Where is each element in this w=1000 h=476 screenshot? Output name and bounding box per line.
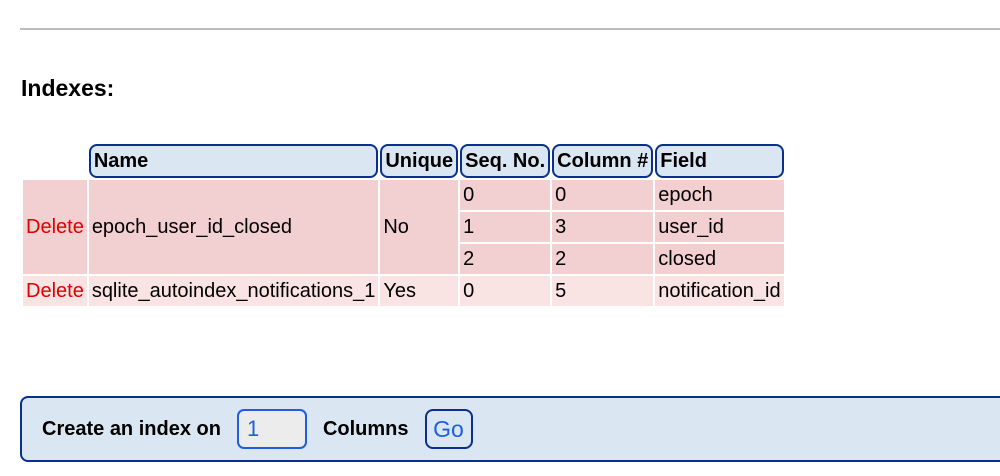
- column-header-column-number: Column #: [552, 144, 654, 178]
- go-button[interactable]: Go: [424, 409, 473, 449]
- indexes-table: Name Unique Seq. No. Column # Field Dele…: [21, 142, 786, 308]
- page: Indexes: Name Unique Seq. No. Column # F…: [0, 0, 1000, 476]
- field-cell: user_id: [655, 212, 784, 242]
- column-number-cell: 2: [552, 244, 654, 274]
- index-unique: Yes: [380, 276, 459, 306]
- seq-no-cell: 0: [460, 180, 551, 210]
- column-number-cell: 0: [552, 180, 654, 210]
- column-header-unique: Unique: [380, 144, 459, 178]
- delete-index-link[interactable]: Delete: [23, 180, 87, 274]
- index-name: sqlite_autoindex_notifications_1: [88, 276, 379, 306]
- column-header-field: Field: [655, 144, 784, 178]
- field-cell: notification_id: [655, 276, 784, 306]
- horizontal-divider: [20, 28, 1000, 30]
- section-title: Indexes:: [21, 75, 115, 101]
- index-columns-input[interactable]: [236, 409, 307, 449]
- seq-no-cell: 0: [460, 276, 551, 306]
- create-index-bar: Create an index on Columns Go: [20, 396, 1000, 462]
- table-header-row: Name Unique Seq. No. Column # Field: [23, 144, 784, 178]
- table-row: Delete epoch_user_id_closed No 0 0 epoch: [23, 180, 784, 274]
- index-name: epoch_user_id_closed: [88, 180, 379, 274]
- column-header-name: Name: [88, 144, 379, 178]
- field-cell: epoch: [655, 180, 784, 210]
- column-number-cell: 3: [552, 212, 654, 242]
- field-cell: closed: [655, 244, 784, 274]
- table-row: Delete sqlite_autoindex_notifications_1 …: [23, 276, 784, 306]
- delete-index-link[interactable]: Delete: [23, 276, 87, 306]
- column-number-cell: 5: [552, 276, 654, 306]
- seq-no-cell: 2: [460, 244, 551, 274]
- seq-no-cell: 1: [460, 212, 551, 242]
- index-unique: No: [380, 180, 459, 274]
- column-header-seq-no: Seq. No.: [460, 144, 551, 178]
- action-column-header: [23, 144, 87, 178]
- columns-label: Columns: [322, 417, 409, 440]
- create-index-label: Create an index on: [42, 417, 221, 440]
